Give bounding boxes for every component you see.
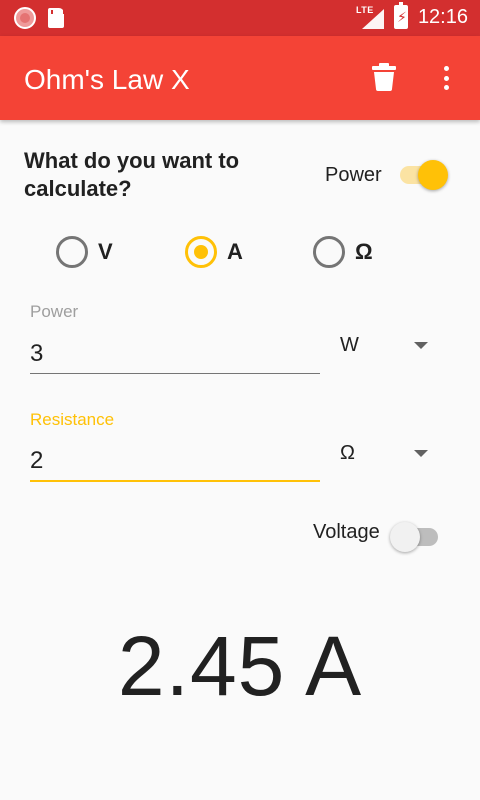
radio-current[interactable]: A — [185, 236, 243, 268]
more-vert-icon[interactable] — [434, 64, 458, 92]
resistance-input[interactable] — [30, 442, 320, 482]
app-title: Ohm's Law X — [24, 64, 190, 95]
question-heading: What do you want to calculate? — [24, 148, 240, 201]
voltage-toggle-switch[interactable] — [390, 522, 438, 552]
target-radio-group: V A Ω — [0, 236, 480, 272]
dropdown-arrow-icon — [414, 450, 428, 457]
radio-resistance-label: Ω — [355, 239, 373, 264]
radio-voltage[interactable]: V — [56, 236, 113, 268]
battery-charging-icon: ⚡ — [393, 2, 408, 29]
power-field-label: Power — [30, 302, 79, 321]
power-toggle-label: Power — [325, 164, 382, 186]
status-bar: LTE ⚡ 12:16 — [0, 0, 480, 36]
power-unit-value: W — [340, 334, 359, 356]
app-notification-icon — [14, 7, 36, 29]
resistance-unit-value: Ω — [340, 442, 355, 464]
power-input[interactable] — [30, 334, 320, 374]
radio-voltage-circle-icon[interactable] — [56, 236, 88, 268]
power-toggle-switch[interactable] — [400, 160, 448, 190]
trash-icon[interactable] — [372, 63, 396, 91]
result-value: 2.45 A — [117, 619, 363, 713]
resistance-field-label: Resistance — [30, 410, 115, 429]
power-toggle-knob — [418, 160, 448, 190]
voltage-toggle-label: Voltage — [313, 521, 380, 543]
dropdown-arrow-icon — [414, 342, 428, 349]
voltage-toggle-knob — [390, 522, 420, 552]
resistance-unit-dropdown[interactable]: Ω — [338, 442, 438, 478]
radio-current-label: A — [227, 239, 243, 264]
radio-resistance[interactable]: Ω — [313, 236, 373, 268]
app-bar: Ohm's Law X — [0, 36, 480, 120]
sd-card-icon — [48, 8, 65, 28]
power-unit-dropdown[interactable]: W — [338, 334, 438, 370]
radio-resistance-circle-icon[interactable] — [313, 236, 345, 268]
radio-voltage-label: V — [98, 239, 113, 264]
clock: 12:16 — [417, 5, 468, 28]
radio-current-circle-icon[interactable] — [185, 236, 217, 268]
lte-signal-icon: LTE — [356, 5, 384, 29]
